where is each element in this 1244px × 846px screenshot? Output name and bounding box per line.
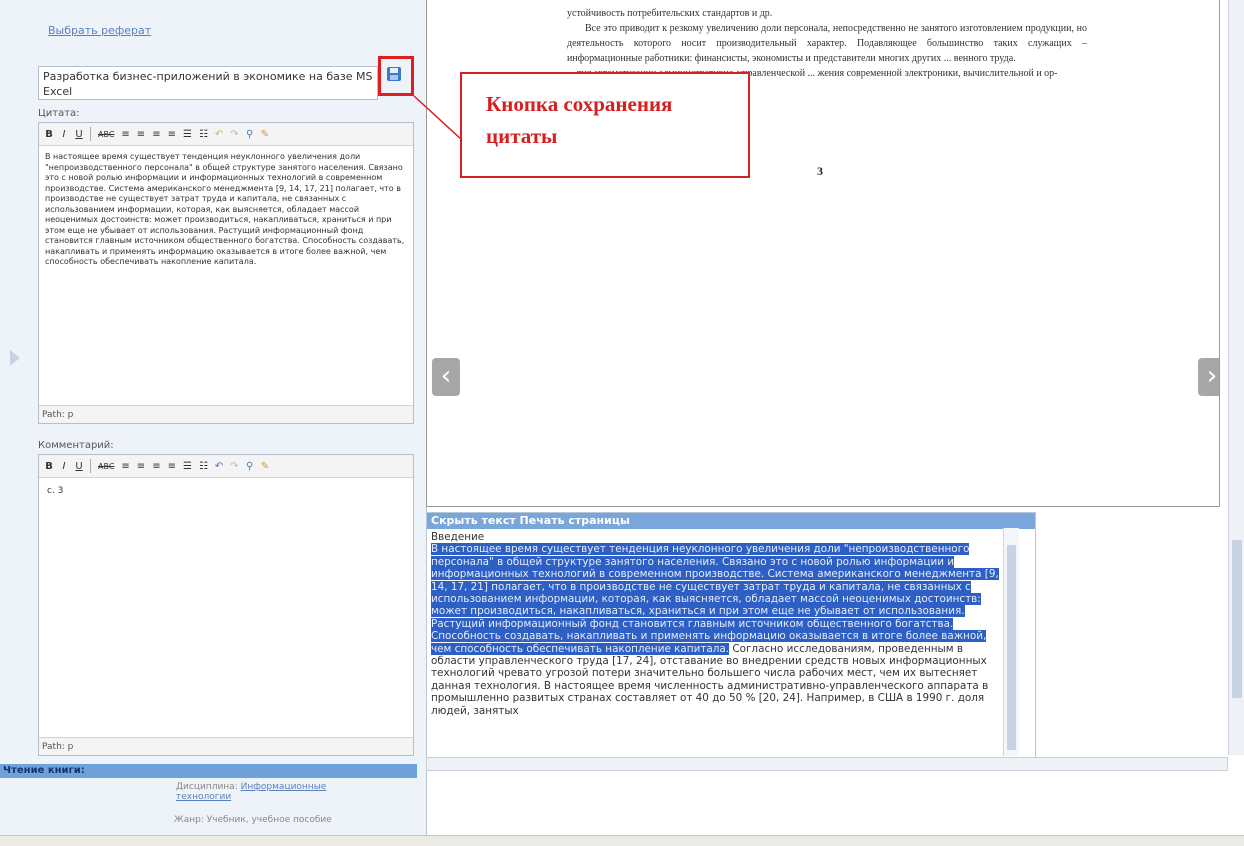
annotation-callout: Кнопка сохранения цитаты bbox=[460, 72, 750, 178]
save-button-highlight bbox=[378, 56, 414, 96]
